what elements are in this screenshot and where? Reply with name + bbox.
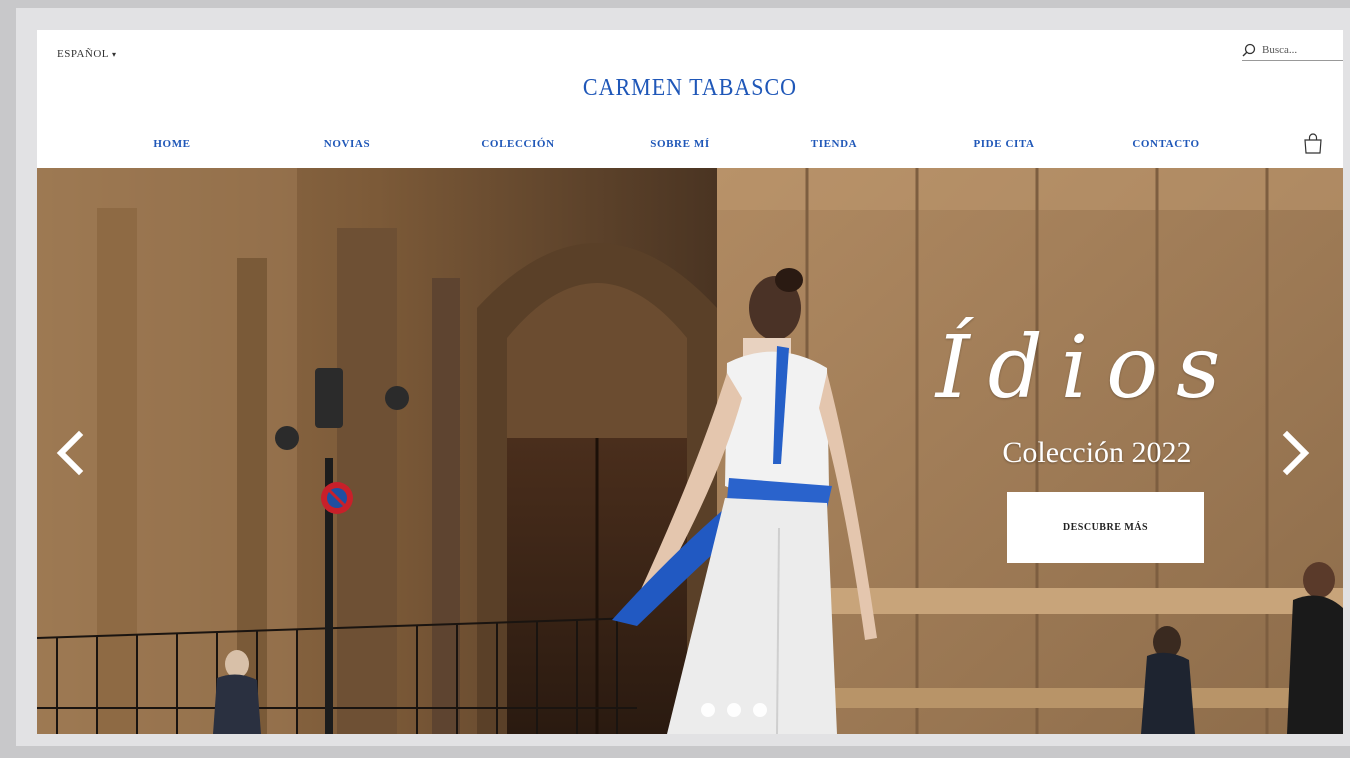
- hero-title: Ídios: [935, 318, 1239, 418]
- site-header: ESPAÑOL ▾ CARMEN TABASCO HOME NOVIAS COL…: [37, 30, 1343, 168]
- nav-item-novias[interactable]: NOVIAS: [324, 138, 370, 150]
- nav-item-contacto[interactable]: CONTACTO: [1132, 138, 1199, 150]
- language-label: ESPAÑOL: [57, 48, 109, 60]
- website-page: ESPAÑOL ▾ CARMEN TABASCO HOME NOVIAS COL…: [37, 30, 1343, 734]
- nav-item-pide-cita[interactable]: PIDE CITA: [973, 138, 1034, 150]
- nav-item-tienda[interactable]: TIENDA: [811, 138, 857, 150]
- language-selector[interactable]: ESPAÑOL ▾: [57, 48, 117, 60]
- shopping-bag-icon[interactable]: [1302, 132, 1324, 154]
- nav-item-home[interactable]: HOME: [153, 138, 190, 150]
- nav-item-coleccion[interactable]: COLECCIÓN: [481, 138, 554, 150]
- main-navigation: HOME NOVIAS COLECCIÓN SOBRE MÍ TIENDA PI…: [37, 138, 1343, 160]
- hero-subtitle: Colección 2022: [1002, 436, 1192, 469]
- nav-item-sobre-mi[interactable]: SOBRE MÍ: [650, 138, 710, 150]
- search-box[interactable]: [1242, 40, 1343, 61]
- slider-dot-2[interactable]: [727, 703, 741, 717]
- search-input[interactable]: [1262, 44, 1334, 56]
- chevron-left-icon[interactable]: [51, 423, 91, 483]
- chevron-down-icon: ▾: [112, 49, 117, 59]
- brand-logo[interactable]: CARMEN TABASCO: [37, 72, 1343, 101]
- chevron-right-icon[interactable]: [1275, 423, 1315, 483]
- slider-pagination: [701, 703, 767, 717]
- discover-more-button[interactable]: DESCUBRE MÁS: [1007, 492, 1204, 563]
- search-icon[interactable]: [1242, 43, 1256, 57]
- hero-slider: Ídios Colección 2022 DESCUBRE MÁS: [37, 168, 1343, 734]
- slider-dot-3[interactable]: [753, 703, 767, 717]
- slider-dot-1[interactable]: [701, 703, 715, 717]
